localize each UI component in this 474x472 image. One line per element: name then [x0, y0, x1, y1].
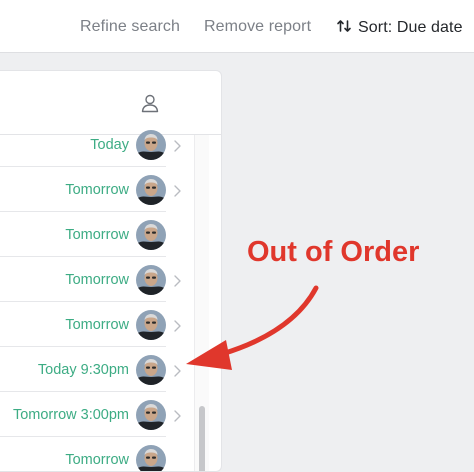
avatar: [136, 400, 166, 430]
sort-label: Sort: Due date: [358, 19, 463, 36]
toolbar: Refine search Remove report Sort: Due da…: [0, 0, 474, 53]
due-date: Tomorrow: [65, 227, 129, 243]
chevron-right-icon: [174, 409, 181, 421]
user-icon[interactable]: [140, 93, 160, 113]
due-date: Today 9:30pm: [38, 362, 129, 378]
due-date: Tomorrow 3:00pm: [13, 407, 129, 423]
scrollbar-thumb[interactable]: [199, 406, 205, 472]
list-item[interactable]: Tomorrow: [0, 167, 221, 212]
due-date: Tomorrow: [65, 272, 129, 288]
remove-report-button[interactable]: Remove report: [204, 18, 311, 36]
chevron-right-icon: [174, 364, 181, 376]
chevron-right-icon: [174, 319, 181, 331]
avatar: [136, 355, 166, 385]
chevron-right-icon: [174, 184, 181, 196]
due-date: Tomorrow: [65, 182, 129, 198]
due-date: Tomorrow: [65, 317, 129, 333]
avatar: [136, 265, 166, 295]
avatar: [136, 130, 166, 160]
reports-panel: Today Tomorrow Tomorrow Tomorrow Tomorrow Tod…: [0, 70, 222, 472]
sort-arrows-icon: [336, 18, 352, 34]
avatar: [136, 445, 166, 472]
chevron-right-icon: [174, 274, 181, 286]
annotation-label: Out of Order: [247, 236, 419, 269]
avatar: [136, 220, 166, 250]
list-item[interactable]: Tomorrow: [0, 302, 221, 347]
list-item[interactable]: Tomorrow: [0, 257, 221, 302]
chevron-right-icon: [174, 139, 181, 151]
avatar: [136, 175, 166, 205]
refine-search-button[interactable]: Refine search: [80, 18, 180, 36]
avatar: [136, 310, 166, 340]
list-item[interactable]: Tomorrow: [0, 212, 221, 257]
list-item[interactable]: Today: [0, 122, 221, 167]
sort-button[interactable]: Sort: Due date: [336, 18, 463, 37]
due-date: Tomorrow: [65, 452, 129, 468]
scrollbar[interactable]: [194, 135, 209, 472]
list-item[interactable]: Tomorrow 3:00pm: [0, 392, 221, 437]
list-item[interactable]: Today 9:30pm: [0, 347, 221, 392]
due-date: Today: [90, 137, 129, 153]
